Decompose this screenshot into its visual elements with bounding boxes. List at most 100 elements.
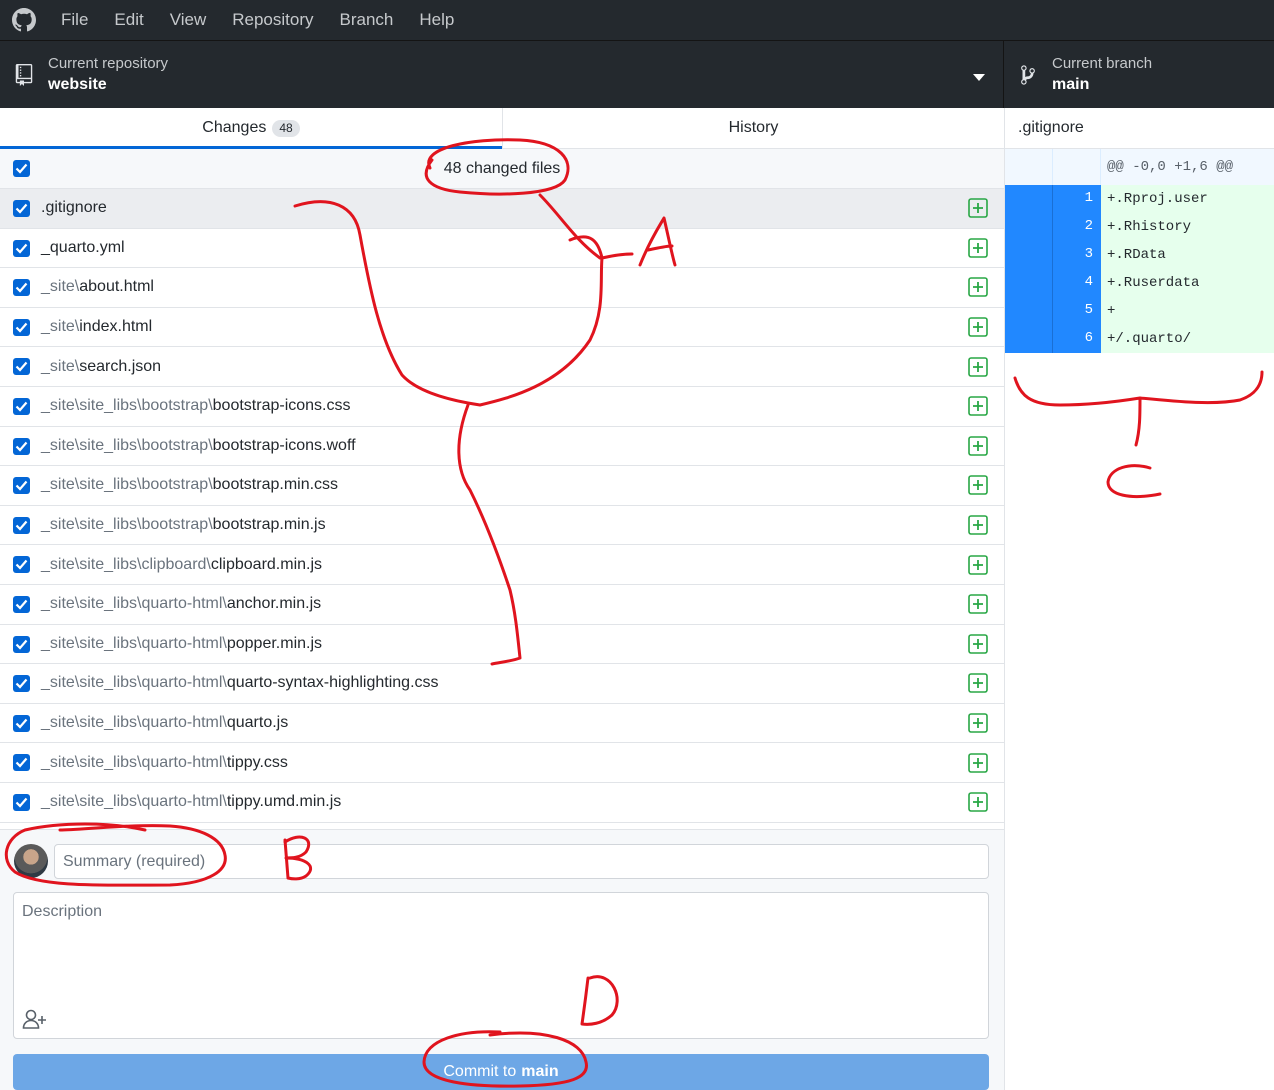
file-row[interactable]: _site\site_libs\quarto-html\popper.min.j… bbox=[0, 624, 1004, 665]
file-name: quarto.js bbox=[226, 714, 289, 732]
file-checkbox[interactable] bbox=[13, 397, 30, 415]
file-checkbox[interactable] bbox=[13, 635, 30, 653]
diff-line-number: 2 bbox=[1053, 213, 1101, 241]
menu-view[interactable]: View bbox=[157, 0, 220, 40]
diff-line[interactable]: 4 +.Ruserdata bbox=[1005, 269, 1274, 297]
file-row[interactable]: _site\site_libs\bootstrap\bootstrap.min.… bbox=[0, 505, 1004, 546]
file-path: _site\search.json bbox=[41, 358, 161, 376]
commit-message-area: Commit to main bbox=[0, 829, 1004, 1090]
file-row[interactable]: _site\site_libs\clipboard\clipboard.min.… bbox=[0, 545, 1004, 585]
file-row[interactable]: _site\site_libs\bootstrap\bootstrap.min.… bbox=[0, 466, 1004, 506]
menu-repository[interactable]: Repository bbox=[219, 0, 326, 40]
file-checkbox[interactable] bbox=[13, 714, 30, 732]
current-branch-button[interactable]: Current branch main bbox=[1004, 41, 1274, 108]
current-repository-button[interactable]: Current repository website bbox=[0, 41, 1004, 108]
file-path: _site\site_libs\bootstrap\bootstrap-icon… bbox=[41, 397, 351, 415]
file-path: _site\site_libs\quarto-html\quarto.js bbox=[41, 714, 288, 732]
file-row[interactable]: _site\about.html bbox=[0, 268, 1004, 308]
file-dir: _site\site_libs\bootstrap\ bbox=[41, 516, 213, 534]
tab-changes[interactable]: Changes 48 bbox=[0, 108, 502, 149]
menu-edit[interactable]: Edit bbox=[101, 0, 156, 40]
file-name: search.json bbox=[79, 357, 162, 375]
diff-file-name: .gitignore bbox=[1005, 108, 1274, 149]
file-checkbox[interactable] bbox=[13, 477, 30, 495]
file-checkbox[interactable] bbox=[13, 556, 30, 574]
diff-line-text: +/.quarto/ bbox=[1101, 325, 1274, 353]
file-row[interactable]: _site\search.json bbox=[0, 347, 1004, 387]
changed-files-list[interactable]: .gitignore _quarto.yml _site\about.html _si… bbox=[0, 189, 1004, 829]
branch-icon bbox=[1004, 64, 1052, 86]
menu-branch[interactable]: Branch bbox=[327, 0, 407, 40]
diff-line-text: +.Ruserdata bbox=[1101, 269, 1274, 297]
file-added-icon bbox=[968, 356, 988, 377]
file-dir: _site\site_libs\quarto-html\ bbox=[41, 674, 227, 692]
diff-line-number: 6 bbox=[1053, 325, 1101, 353]
file-row[interactable]: .gitignore bbox=[0, 189, 1004, 229]
file-added-icon bbox=[968, 198, 988, 219]
file-name: popper.min.js bbox=[226, 634, 323, 652]
file-row[interactable]: _site\site_libs\bootstrap\bootstrap-icon… bbox=[0, 426, 1004, 467]
diff-line[interactable]: 1 +.Rproj.user bbox=[1005, 185, 1274, 213]
add-coauthor-icon[interactable] bbox=[22, 1008, 48, 1030]
branch-caption: Current branch bbox=[1052, 54, 1153, 72]
diff-line[interactable]: 2 +.Rhistory bbox=[1005, 213, 1274, 241]
file-dir: _site\site_libs\bootstrap\ bbox=[41, 397, 213, 415]
file-added-icon bbox=[968, 752, 988, 773]
file-dir: _site\site_libs\quarto-html\ bbox=[41, 595, 227, 613]
file-row[interactable]: _quarto.yml bbox=[0, 228, 1004, 269]
diff-line[interactable]: 3 +.RData bbox=[1005, 241, 1274, 269]
avatar bbox=[14, 844, 48, 878]
file-path: _site\site_libs\quarto-html\tippy.css bbox=[41, 754, 288, 772]
file-checkbox[interactable] bbox=[13, 595, 30, 613]
file-row[interactable]: _site\site_libs\quarto-html\quarto-synta… bbox=[0, 664, 1004, 704]
file-dir: _site\site_libs\quarto-html\ bbox=[41, 753, 227, 771]
file-added-icon bbox=[968, 594, 988, 615]
file-checkbox[interactable] bbox=[13, 239, 30, 257]
file-added-icon bbox=[968, 277, 988, 298]
file-checkbox[interactable] bbox=[13, 437, 30, 455]
file-added-icon bbox=[968, 554, 988, 575]
diff-line-number: 3 bbox=[1053, 241, 1101, 269]
tab-bar: Changes 48 History bbox=[0, 108, 1004, 149]
file-added-icon bbox=[968, 436, 988, 456]
diff-line-text: +.RData bbox=[1101, 241, 1274, 269]
file-row[interactable]: _site\site_libs\bootstrap\bootstrap-icon… bbox=[0, 386, 1004, 427]
diff-line[interactable]: 6 +/.quarto/ bbox=[1005, 325, 1274, 353]
diff-line[interactable]: 5 + bbox=[1005, 297, 1274, 325]
file-row[interactable]: _site\site_libs\quarto-html\quarto.js bbox=[0, 703, 1004, 744]
file-checkbox[interactable] bbox=[13, 675, 30, 693]
file-checkbox[interactable] bbox=[13, 279, 30, 297]
menu-help[interactable]: Help bbox=[406, 0, 467, 40]
diff-pane: .gitignore @@ -0,0 +1,6 @@ 1 +.Rproj.user… bbox=[1004, 108, 1274, 1090]
repository-name: website bbox=[48, 75, 107, 93]
file-checkbox[interactable] bbox=[13, 516, 30, 534]
changed-files-count: 48 changed files bbox=[443, 159, 561, 177]
toolbar: Current repository website Current branc… bbox=[0, 40, 1274, 108]
file-path: _site\site_libs\bootstrap\bootstrap.min.… bbox=[41, 476, 338, 494]
diff-gutter-old bbox=[1005, 185, 1053, 213]
file-row[interactable]: _site\site_libs\quarto-html\tippy.css bbox=[0, 743, 1004, 783]
file-checkbox[interactable] bbox=[13, 318, 30, 336]
file-row[interactable]: _site\site_libs\quarto-html\anchor.min.j… bbox=[0, 584, 1004, 625]
file-name: bootstrap.min.css bbox=[212, 476, 339, 494]
summary-input[interactable] bbox=[54, 844, 989, 879]
file-name: anchor.min.js bbox=[226, 595, 322, 613]
file-name: bootstrap-icons.css bbox=[212, 397, 351, 415]
menu-file[interactable]: File bbox=[48, 0, 101, 40]
file-name: _quarto.yml bbox=[41, 238, 125, 256]
tab-history[interactable]: History bbox=[502, 108, 1004, 148]
file-path: _site\index.html bbox=[41, 318, 152, 336]
file-checkbox[interactable] bbox=[13, 754, 30, 772]
diff-content[interactable]: @@ -0,0 +1,6 @@ 1 +.Rproj.user 2 +.Rhistory… bbox=[1005, 149, 1274, 353]
file-checkbox[interactable] bbox=[13, 358, 30, 376]
file-row[interactable]: _site\index.html bbox=[0, 307, 1004, 348]
changes-list-header: 48 changed files bbox=[0, 149, 1004, 189]
file-checkbox[interactable] bbox=[13, 200, 30, 217]
diff-line-number: 5 bbox=[1053, 297, 1101, 325]
file-name: index.html bbox=[79, 318, 153, 336]
diff-hunk-header: @@ -0,0 +1,6 @@ bbox=[1005, 149, 1274, 185]
file-row[interactable]: _site\site_libs\quarto-html\tippy.umd.mi… bbox=[0, 782, 1004, 823]
file-checkbox[interactable] bbox=[13, 793, 30, 811]
description-input[interactable] bbox=[14, 893, 988, 1005]
commit-button[interactable]: Commit to main bbox=[13, 1054, 989, 1090]
